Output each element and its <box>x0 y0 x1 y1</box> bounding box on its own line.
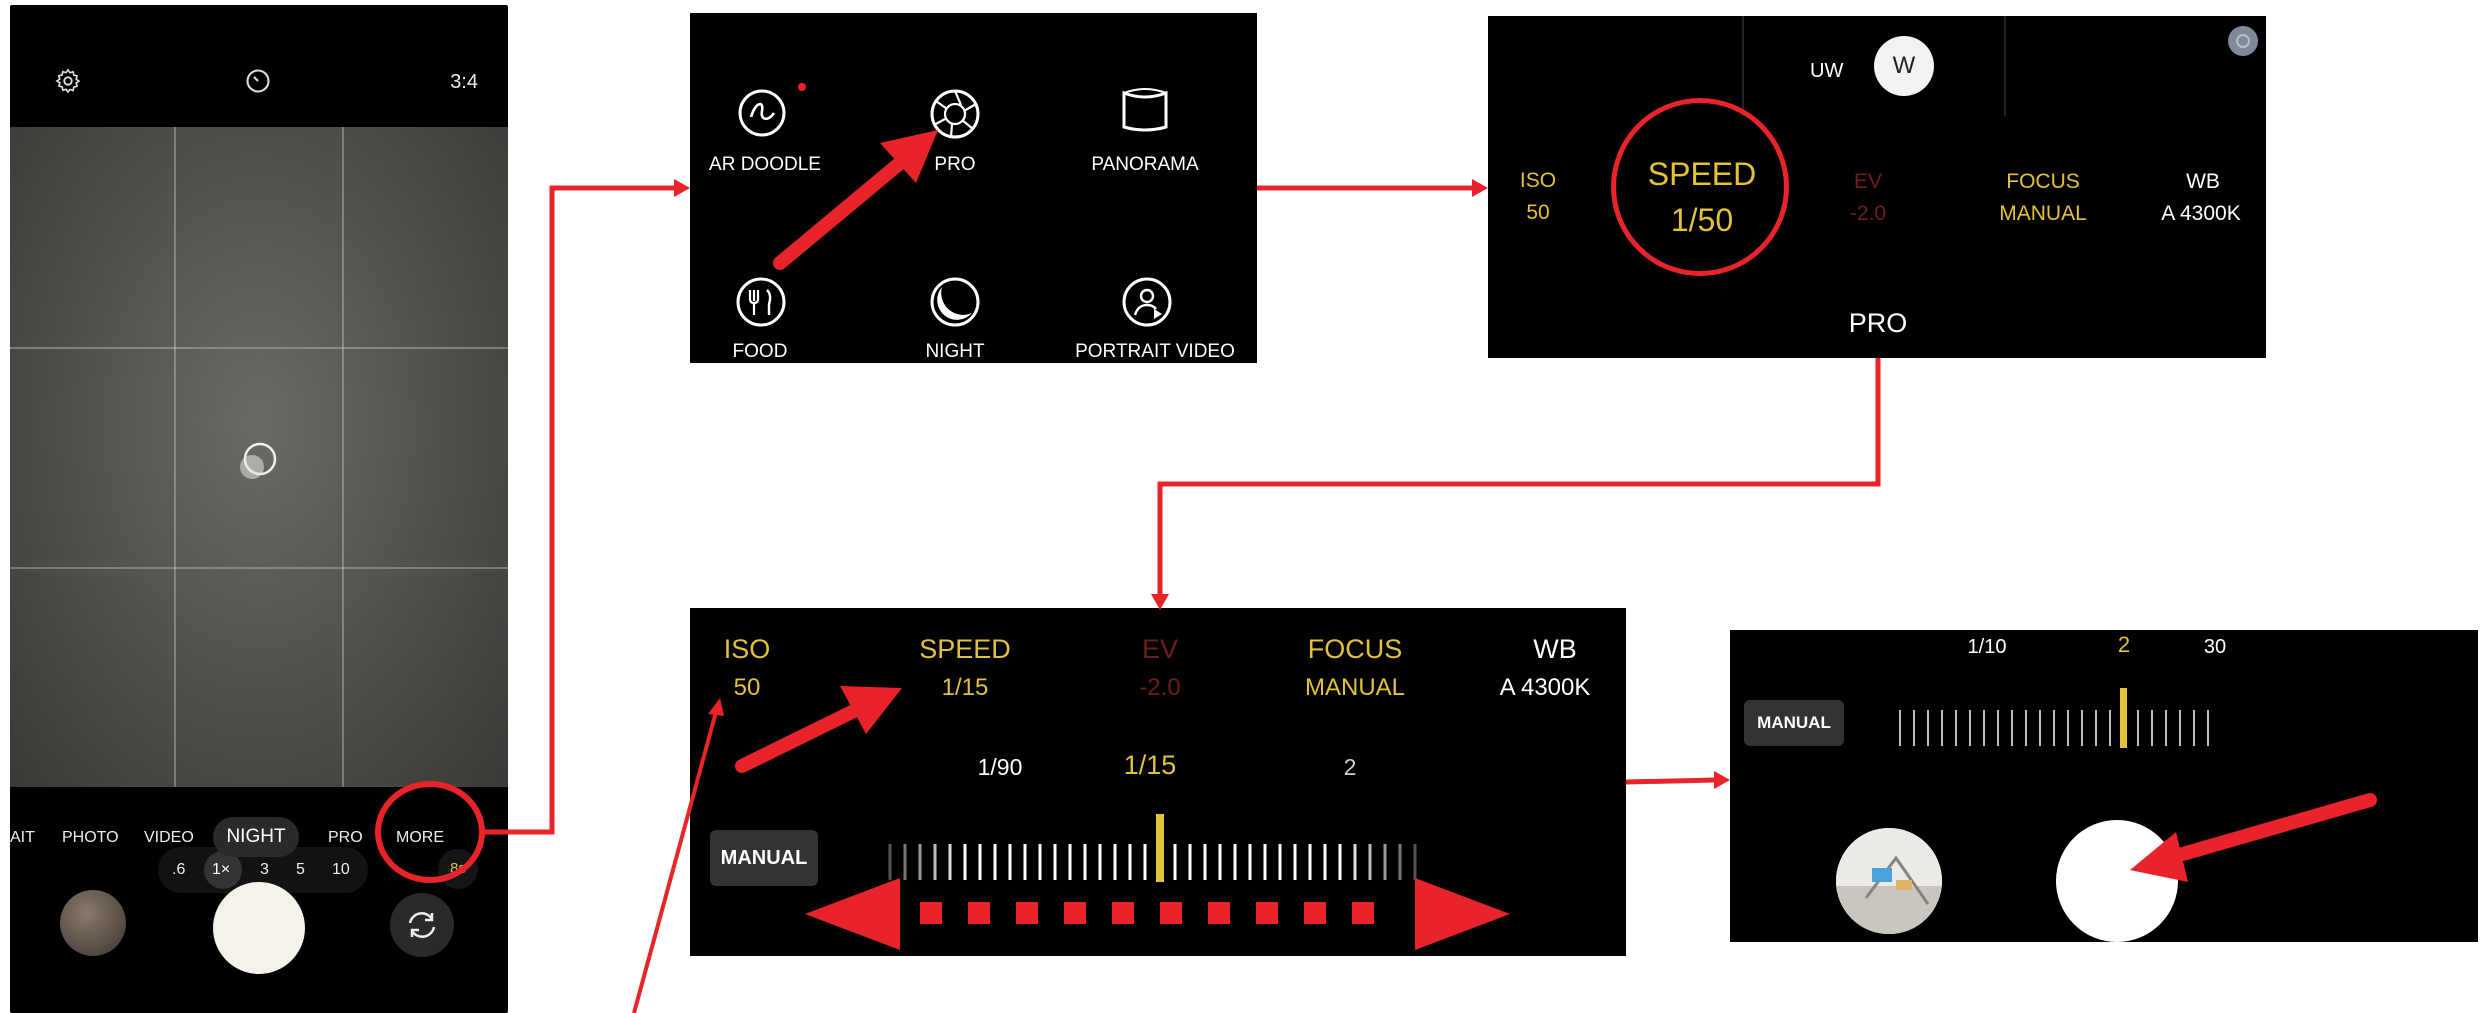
zoom-1x[interactable]: 1× <box>212 861 230 879</box>
zoom-0-6[interactable]: .6 <box>172 861 185 879</box>
speed-label[interactable]: SPEED <box>1618 156 1786 193</box>
mode-pro[interactable]: PRO <box>328 829 363 847</box>
shutter-speed-panel: ISO 50 SPEED 1/15 EV -2.0 FOCUS MANUAL W… <box>690 608 1626 956</box>
focus-label[interactable]: FOCUS <box>1978 170 2108 194</box>
arrow-left-icon <box>805 878 900 950</box>
settings-icon[interactable] <box>2228 26 2258 56</box>
drag-dashes <box>920 902 1374 924</box>
mode-more[interactable]: MORE <box>396 829 444 847</box>
annotation-arrow <box>773 130 938 270</box>
aspect-ratio-button[interactable]: 3:4 <box>450 71 478 94</box>
wb-value: A 4300K <box>2161 202 2241 225</box>
zoom-10x[interactable]: 10 <box>332 861 350 879</box>
focus-value: MANUAL <box>1999 202 2087 225</box>
lens-wide-button[interactable]: W <box>1874 36 1934 96</box>
flip-camera-icon <box>408 912 436 938</box>
pro-mode-panel: UW W ISO 50 SPEED 1/50 EV -2.0 FOCUS MAN… <box>1488 16 2266 358</box>
viewfinder[interactable]: .6 1× 3 5 10 8s <box>10 127 508 893</box>
more-modes-panel: AR DOODLE PRO PANORAMA FOOD NIGHT PORTRA… <box>690 13 1257 363</box>
connector-pro-to-speed <box>1157 358 1881 596</box>
connector-more-to-modes <box>484 185 676 835</box>
phone-camera-screen: 3:4 .6 1× 3 5 10 8s AIT PHOTO VIDEO NIGH… <box>10 5 508 1013</box>
annotation-arrow <box>735 701 867 773</box>
wb-label[interactable]: WB <box>2148 170 2258 194</box>
shutter-button[interactable] <box>213 882 305 974</box>
timer-icon[interactable] <box>244 67 272 95</box>
mode-video[interactable]: VIDEO <box>144 829 194 847</box>
zoom-3x[interactable]: 3 <box>260 861 269 879</box>
gallery-thumbnail[interactable] <box>60 890 126 956</box>
iso-value: 50 <box>1526 201 1550 224</box>
slider-ticks <box>888 844 1417 880</box>
lens-ultrawide-button[interactable]: UW <box>1810 60 1843 83</box>
ev-label[interactable]: EV <box>1828 170 1908 194</box>
ev-value: -2.0 <box>1849 202 1887 225</box>
mode-photo[interactable]: PHOTO <box>62 829 119 847</box>
shutter-speed-slider[interactable] <box>690 608 1626 956</box>
focus-indicator-icon <box>240 442 277 479</box>
slider-current-marker <box>1156 814 1164 882</box>
connector-speed-to-final <box>1625 777 1717 785</box>
pro-mode-label: PRO <box>1848 308 1908 338</box>
flip-camera-button[interactable] <box>390 893 454 957</box>
arrow-right-icon <box>1415 878 1510 950</box>
annotation-arrow <box>2130 793 2377 882</box>
night-timer-badge[interactable]: 8s <box>438 849 478 889</box>
zoom-5x[interactable]: 5 <box>296 861 305 879</box>
mode-portrait[interactable]: AIT <box>10 829 35 847</box>
gear-icon[interactable] <box>54 67 82 95</box>
mode-night[interactable]: NIGHT <box>213 817 299 857</box>
speed-value: 1/50 <box>1670 202 1734 238</box>
capture-panel: 1/10 2 30 MANUAL <box>1730 630 2478 942</box>
iso-label[interactable]: ISO <box>1498 169 1578 193</box>
